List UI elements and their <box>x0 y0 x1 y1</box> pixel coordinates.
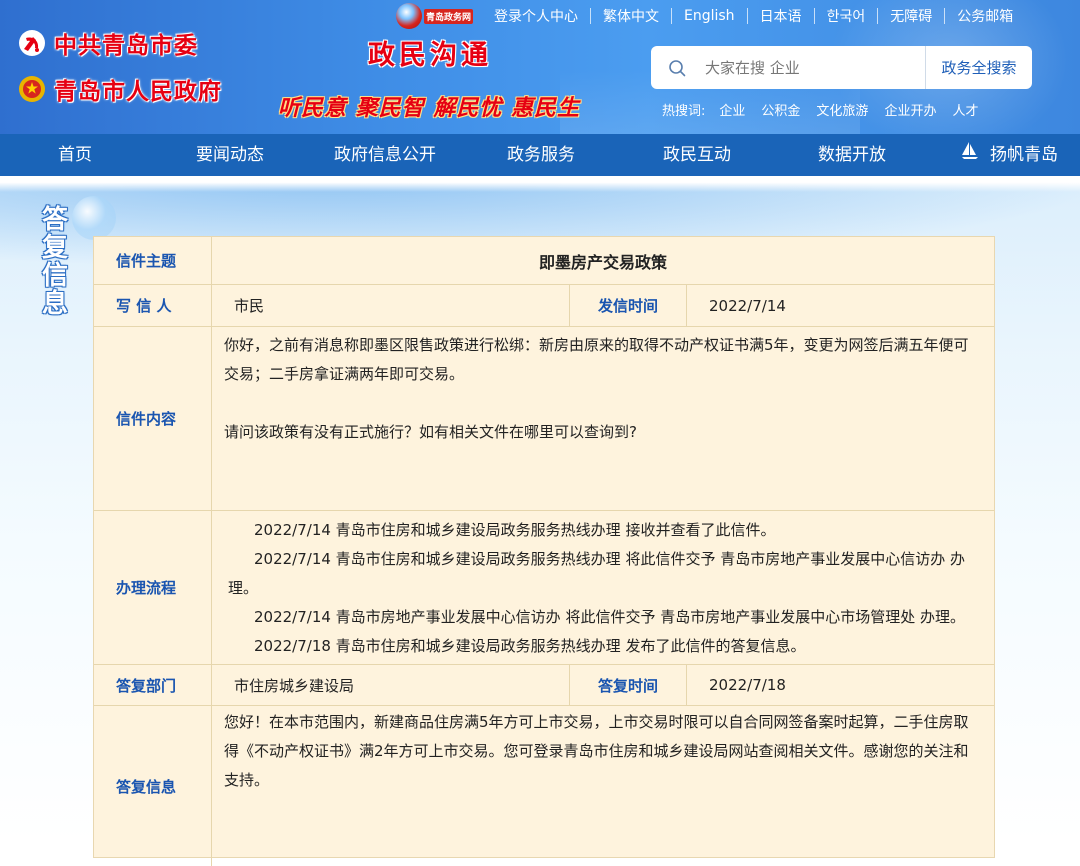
search-box: 政务全搜索 <box>651 46 1032 89</box>
top-links: 登录个人中心 繁体中文 English 日本语 한국어 无障碍 公务邮箱 <box>482 6 1025 26</box>
nav-item-open-data[interactable]: 数据开放 <box>818 134 886 176</box>
top-link-japanese[interactable]: 日本语 <box>748 6 814 26</box>
top-link-accessibility[interactable]: 无障碍 <box>878 6 944 26</box>
slogan: 听民意 聚民智 解民忧 惠民生 <box>278 95 580 121</box>
national-emblem-icon <box>18 75 46 103</box>
nav-item-services[interactable]: 政务服务 <box>507 134 575 176</box>
decorative-bubble <box>72 196 116 240</box>
process-value: 2022/7/14 青岛市住房和城乡建设局政务服务热线办理 接收并查看了此信件。… <box>212 511 994 664</box>
side-title-char: 息 <box>41 289 68 319</box>
hot-search-item[interactable]: 文化旅游 <box>816 100 868 119</box>
section-title: 政民沟通 <box>368 40 492 71</box>
nav-item-brand-label: 扬帆青岛 <box>990 145 1058 165</box>
sailboat-icon <box>960 134 980 176</box>
nav-item-interaction[interactable]: 政民互动 <box>663 134 731 176</box>
table-row-reply-dept: 答复部门 市住房城乡建设局 答复时间 2022/7/18 <box>94 665 994 706</box>
hot-search-label: 热搜词: <box>662 104 706 119</box>
reply-value: 您好！在本市范围内，新建商品住房满5年方可上市交易，上市交易时限可以自合同网签备… <box>212 706 994 866</box>
reply-label: 答复信息 <box>94 706 212 866</box>
party-emblem-icon <box>18 29 46 57</box>
table-row-writer: 写 信 人 市民 发信时间 2022/7/14 <box>94 285 994 327</box>
hot-search-item[interactable]: 企业开办 <box>884 100 936 119</box>
top-link-traditional-chinese[interactable]: 繁体中文 <box>591 6 671 26</box>
government-link[interactable]: 青岛市人民政府 <box>18 72 222 106</box>
table-row-subject: 信件主题 即墨房产交易政策 <box>94 237 994 285</box>
content-label: 信件内容 <box>94 327 212 510</box>
site-header: 中共青岛市委 青岛市人民政府 青岛政务网 政民沟通 听民意 聚民智 解民忧 惠民… <box>0 0 1080 134</box>
reply-time-label: 答复时间 <box>569 665 687 705</box>
side-title-char: 复 <box>41 233 68 263</box>
subject-value: 即墨房产交易政策 <box>538 252 667 272</box>
table-row-process: 办理流程 2022/7/14 青岛市住房和城乡建设局政务服务热线办理 接收并查看… <box>94 511 994 665</box>
top-link-official-mail[interactable]: 公务邮箱 <box>945 6 1025 26</box>
reply-time-value: 2022/7/18 <box>709 676 786 694</box>
side-title-char: 答 <box>41 205 68 235</box>
search-input[interactable] <box>703 46 925 89</box>
letter-detail-table: 信件主题 即墨房产交易政策 写 信 人 市民 发信时间 2022/7/14 信件… <box>93 236 995 866</box>
top-link-english[interactable]: English <box>672 8 747 24</box>
nav-item-home[interactable]: 首页 <box>58 134 92 176</box>
party-committee-link[interactable]: 中共青岛市委 <box>18 26 198 60</box>
table-row-content: 信件内容 你好，之前有消息称即墨区限售政策进行松绑：新房由原来的取得不动产权证书… <box>94 327 994 511</box>
content-value: 你好，之前有消息称即墨区限售政策进行松绑：新房由原来的取得不动产权证书满5年，变… <box>212 327 994 510</box>
search-icon <box>651 46 703 89</box>
writer-label: 写 信 人 <box>94 285 212 326</box>
subject-label: 信件主题 <box>94 237 212 284</box>
reply-text: 您好！在本市范围内，新建商品住房满5年方可上市交易，上市交易时限可以自合同网签备… <box>224 713 969 789</box>
party-committee-name: 中共青岛市委 <box>54 33 198 59</box>
nav-item-news[interactable]: 要闻动态 <box>196 134 264 176</box>
process-line: 2022/7/14 青岛市住房和城乡建设局政务服务热线办理 接收并查看了此信件。 <box>254 521 776 539</box>
content-paragraph: 你好，之前有消息称即墨区限售政策进行松绑：新房由原来的取得不动产权证书满5年，变… <box>224 336 969 383</box>
content-paragraph: 请问该政策有没有正式施行？如有相关文件在哪里可以查询到? <box>224 423 637 441</box>
sent-time-label: 发信时间 <box>569 285 687 326</box>
side-title-char: 信 <box>41 261 68 291</box>
hot-search-item[interactable]: 公积金 <box>761 100 800 119</box>
main-nav: 首页 要闻动态 政府信息公开 政务服务 政民互动 数据开放 扬帆青岛 <box>0 134 1080 176</box>
nav-item-brand[interactable]: 扬帆青岛 <box>960 134 1058 176</box>
nav-item-gov-info[interactable]: 政府信息公开 <box>334 134 436 176</box>
hot-search-item[interactable]: 企业 <box>719 100 745 119</box>
process-label: 办理流程 <box>94 511 212 664</box>
process-line: 2022/7/18 青岛市住房和城乡建设局政务服务热线办理 发布了此信件的答复信… <box>254 637 806 655</box>
process-line: 2022/7/14 青岛市房地产事业发展中心信访办 将此信件交予 青岛市房地产事… <box>254 608 965 626</box>
top-link-login[interactable]: 登录个人中心 <box>482 6 590 26</box>
table-row-reply: 答复信息 您好！在本市范围内，新建商品住房满5年方可上市交易，上市交易时限可以自… <box>94 706 994 866</box>
government-name: 青岛市人民政府 <box>54 79 222 105</box>
gov-portal-logo[interactable]: 青岛政务网 <box>396 2 478 30</box>
reply-dept-value: 市住房城乡建设局 <box>234 676 355 695</box>
writer-value: 市民 <box>234 297 265 315</box>
sent-time-value: 2022/7/14 <box>709 296 786 315</box>
hot-search-item[interactable]: 人才 <box>952 100 978 119</box>
background-sky <box>0 176 1080 192</box>
globe-icon <box>396 3 422 29</box>
side-title: 答 复 信 息 <box>38 206 72 318</box>
hot-search: 热搜词: 企业 公积金 文化旅游 企业开办 人才 <box>662 100 986 119</box>
process-line: 理。 <box>228 579 259 597</box>
reply-dept-label: 答复部门 <box>94 665 212 705</box>
search-button[interactable]: 政务全搜索 <box>925 46 1032 89</box>
top-link-korean[interactable]: 한국어 <box>815 6 878 26</box>
process-line: 2022/7/14 青岛市住房和城乡建设局政务服务热线办理 将此信件交予 青岛市… <box>254 550 965 568</box>
gov-portal-logo-text: 青岛政务网 <box>424 8 474 24</box>
